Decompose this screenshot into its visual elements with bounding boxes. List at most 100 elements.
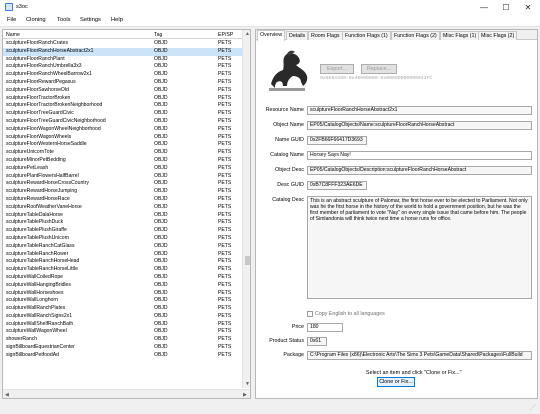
menu-settings[interactable]: Settings bbox=[80, 17, 101, 23]
copy-english-checkbox[interactable] bbox=[307, 311, 313, 317]
close-button[interactable]: ✕ bbox=[517, 0, 539, 15]
list-row[interactable]: sculptureFloorTreeGuardCivicNeighborhood… bbox=[3, 118, 242, 126]
list-row[interactable]: sculptureWallCoiledRope OBJD PETS bbox=[3, 274, 242, 282]
catalog-name-field[interactable]: Horsey Says Nay! bbox=[307, 151, 532, 160]
object-name-label: Object Name bbox=[273, 122, 304, 128]
list-row[interactable]: sculpturePetLeash OBJD PETS bbox=[3, 165, 242, 173]
list-row[interactable]: sculptureFloorSawhorseOld OBJD PETS bbox=[3, 87, 242, 95]
tab-misc-flags-1[interactable]: Misc Flags (1) bbox=[440, 31, 480, 40]
name-guid-field[interactable]: 0x2FB66F66417D3693 bbox=[307, 136, 367, 145]
scroll-thumb[interactable] bbox=[245, 256, 250, 265]
list-row[interactable]: sculptureFloorRanchCrates OBJD PETS bbox=[3, 40, 242, 48]
list-row[interactable]: sculptureFloorRanchWheelBarrow2x1 OBJD PET… bbox=[3, 71, 242, 79]
desc-guid-field[interactable]: 0xB7C8FFF323AE6DE bbox=[307, 181, 367, 190]
vertical-scrollbar[interactable]: ▲ ▼ bbox=[242, 30, 250, 388]
list-row[interactable]: sculptureTableRanchHorseLittle OBJD PETS bbox=[3, 266, 242, 274]
list-row[interactable]: sculpturePlantFlowersHalfBarrel OBJD PETS bbox=[3, 173, 242, 181]
cell-tag: OBJD bbox=[154, 273, 168, 280]
scroll-down-arrow-icon[interactable]: ▼ bbox=[245, 381, 250, 387]
list-row[interactable]: showerRanch OBJD PETS bbox=[3, 336, 242, 344]
column-header-epsp[interactable]: EP/SP bbox=[218, 32, 233, 38]
list-row[interactable]: sculptureFloorTractorBrokenNeighborhood O… bbox=[3, 102, 242, 110]
list-row[interactable]: sculptureFloorTractorBroken OBJD PETS bbox=[3, 95, 242, 103]
cell-tag: OBJD bbox=[154, 63, 168, 70]
menu-tools[interactable]: Tools bbox=[57, 17, 71, 23]
list-row[interactable]: sculptureWallHorseshoes OBJD PETS bbox=[3, 290, 242, 298]
cell-epsp: PETS bbox=[218, 63, 232, 70]
menu-help[interactable]: Help bbox=[111, 17, 123, 23]
cell-epsp: PETS bbox=[218, 234, 232, 241]
cell-epsp: PETS bbox=[218, 78, 232, 85]
cell-tag: OBJD bbox=[154, 281, 168, 288]
list-row[interactable]: sculptureTablePlushUnicorn OBJD PETS bbox=[3, 235, 242, 243]
menu-cloning[interactable]: Cloning bbox=[26, 17, 46, 23]
tab-function-flags-2[interactable]: Function Flags (2) bbox=[391, 31, 440, 40]
list-row[interactable]: sculptureFloorRanchUmbrella3x3 OBJD PETS bbox=[3, 63, 242, 71]
list-row[interactable]: sculptureFloorRewardPegasus OBJD PETS bbox=[3, 79, 242, 87]
tab-misc-flags-2[interactable]: Misc Flags (2) bbox=[478, 31, 518, 40]
list-row[interactable]: sculptureFloorTreeGuardCivic OBJD PETS bbox=[3, 110, 242, 118]
list-row[interactable]: sculptureWallRanchPlates OBJD PETS bbox=[3, 305, 242, 313]
list-row[interactable]: signBillboardEquestrianCenter OBJD PETS bbox=[3, 344, 242, 352]
cell-epsp: PETS bbox=[218, 242, 232, 249]
list-row[interactable]: sculptureWallShelfRanchBath OBJD PETS bbox=[3, 321, 242, 329]
scroll-right-arrow-icon[interactable]: ▶ bbox=[243, 392, 247, 398]
catalog-desc-field[interactable]: This is an abstract sculpture of Palomar… bbox=[307, 196, 532, 299]
product-status-field[interactable]: 0x61 bbox=[307, 337, 327, 346]
list-row[interactable]: sculptureFloorRanchHorseAbstract2x1 OBJD P… bbox=[3, 47, 242, 56]
cell-epsp: PETS bbox=[218, 117, 232, 124]
list-row[interactable]: sculptureTableDalaHorse OBJD PETS bbox=[3, 212, 242, 220]
resize-grip-icon[interactable]: ⋰ bbox=[530, 404, 536, 411]
object-desc-field[interactable]: EP05/CatalogObjects/Description:sculptur… bbox=[307, 166, 532, 175]
cell-name: showerRanch bbox=[6, 336, 38, 343]
list-row[interactable]: sculptureFloorWesternHorseSaddle OBJD PETS bbox=[3, 141, 242, 149]
maximize-button[interactable]: ☐ bbox=[495, 0, 517, 15]
list-row[interactable]: sculptureTableRanchCatGlass OBJD PETS bbox=[3, 243, 242, 251]
list-row[interactable]: sculptureRewardHorseRace OBJD PETS bbox=[3, 196, 242, 204]
cell-name: sculptureFloorWagonWheels bbox=[6, 133, 72, 140]
object-desc-label: Object Desc bbox=[275, 167, 304, 173]
minimize-button[interactable]: — bbox=[473, 0, 495, 15]
tab-details[interactable]: Details bbox=[286, 31, 309, 40]
object-name-field[interactable]: EP05/CatalogObjects/Name:sculptureFloorR… bbox=[307, 121, 532, 130]
horizontal-scrollbar[interactable]: ◀ ▶ bbox=[3, 389, 250, 398]
list-row[interactable]: sculptureTablePlushDuck OBJD PETS bbox=[3, 219, 242, 227]
list-row[interactable]: sculptureMinorPetBedding OBJD PETS bbox=[3, 157, 242, 165]
cell-tag: OBJD bbox=[154, 258, 168, 265]
list-row[interactable]: sculptureFloorRanchPlant OBJD PETS bbox=[3, 56, 242, 64]
tab-room-flags[interactable]: Room Flags bbox=[308, 31, 343, 40]
clone-or-fix-button[interactable]: Clone or Fix... bbox=[377, 377, 415, 387]
tab-function-flags-1[interactable]: Function Flags (1) bbox=[342, 31, 391, 40]
list-row[interactable]: sculptureWallHangingBridles OBJD PETS bbox=[3, 282, 242, 290]
replace-button[interactable]: Replace... bbox=[361, 64, 397, 74]
cell-name: sculptureTablePlushGiraffe bbox=[6, 227, 67, 234]
scroll-left-arrow-icon[interactable]: ◀ bbox=[5, 392, 9, 398]
object-list[interactable]: Name Tag EP/SP sculptureFloorRanchCrates… bbox=[2, 29, 251, 399]
list-row[interactable]: sculptureWallRanchSigns2x1 OBJD PETS bbox=[3, 313, 242, 321]
tab-overview[interactable]: Overview bbox=[257, 30, 286, 41]
export-button[interactable]: Export... bbox=[320, 64, 354, 74]
list-row[interactable]: sculptureUnicornTote OBJD PETS bbox=[3, 149, 242, 157]
list-row[interactable]: signBillboardPetfoodAd OBJD PETS bbox=[3, 352, 242, 360]
menu-file[interactable]: File bbox=[7, 17, 16, 23]
package-field[interactable]: C:\Program Files (x86)\Electronic Arts\T… bbox=[307, 351, 532, 360]
list-row[interactable]: sculptureFloorWagonWheels OBJD PETS bbox=[3, 134, 242, 142]
list-row[interactable]: sculptureTablePlushGiraffe OBJD PETS bbox=[3, 227, 242, 235]
list-row[interactable]: sculptureRoofWeatherVaneHorse OBJD PETS bbox=[3, 204, 242, 212]
list-row[interactable]: sculptureRewardHorseCrossCountry OBJD PETS bbox=[3, 180, 242, 188]
list-row[interactable]: sculptureFloorWagonWheelNeighborhood OBJD… bbox=[3, 126, 242, 134]
column-header-tag[interactable]: Tag bbox=[154, 32, 162, 38]
list-row[interactable]: sculptureTableRanchHorseHead OBJD PETS bbox=[3, 258, 242, 266]
list-row[interactable]: sculptureRewardHorseJumping OBJD PETS bbox=[3, 188, 242, 196]
list-row[interactable]: sculptureWallWagonWheel OBJD PETS bbox=[3, 328, 242, 336]
cell-tag: OBJD bbox=[154, 219, 168, 226]
column-header-name[interactable]: Name bbox=[6, 32, 20, 38]
list-row[interactable]: sculptureWallLonghorn OBJD PETS bbox=[3, 297, 242, 305]
price-field[interactable]: 180 bbox=[307, 323, 343, 332]
scroll-up-arrow-icon[interactable]: ▲ bbox=[245, 31, 250, 37]
cell-name: sculptureTableRanchHorseLittle bbox=[6, 266, 78, 273]
resource-name-field[interactable]: sculptureFloorRanchHorseAbstract2x1 bbox=[307, 106, 532, 115]
cell-name: sculptureTableRanchCatGlass bbox=[6, 242, 75, 249]
list-row[interactable]: sculptureTableRanchRower OBJD PETS bbox=[3, 251, 242, 259]
cell-tag: OBJD bbox=[154, 250, 168, 257]
